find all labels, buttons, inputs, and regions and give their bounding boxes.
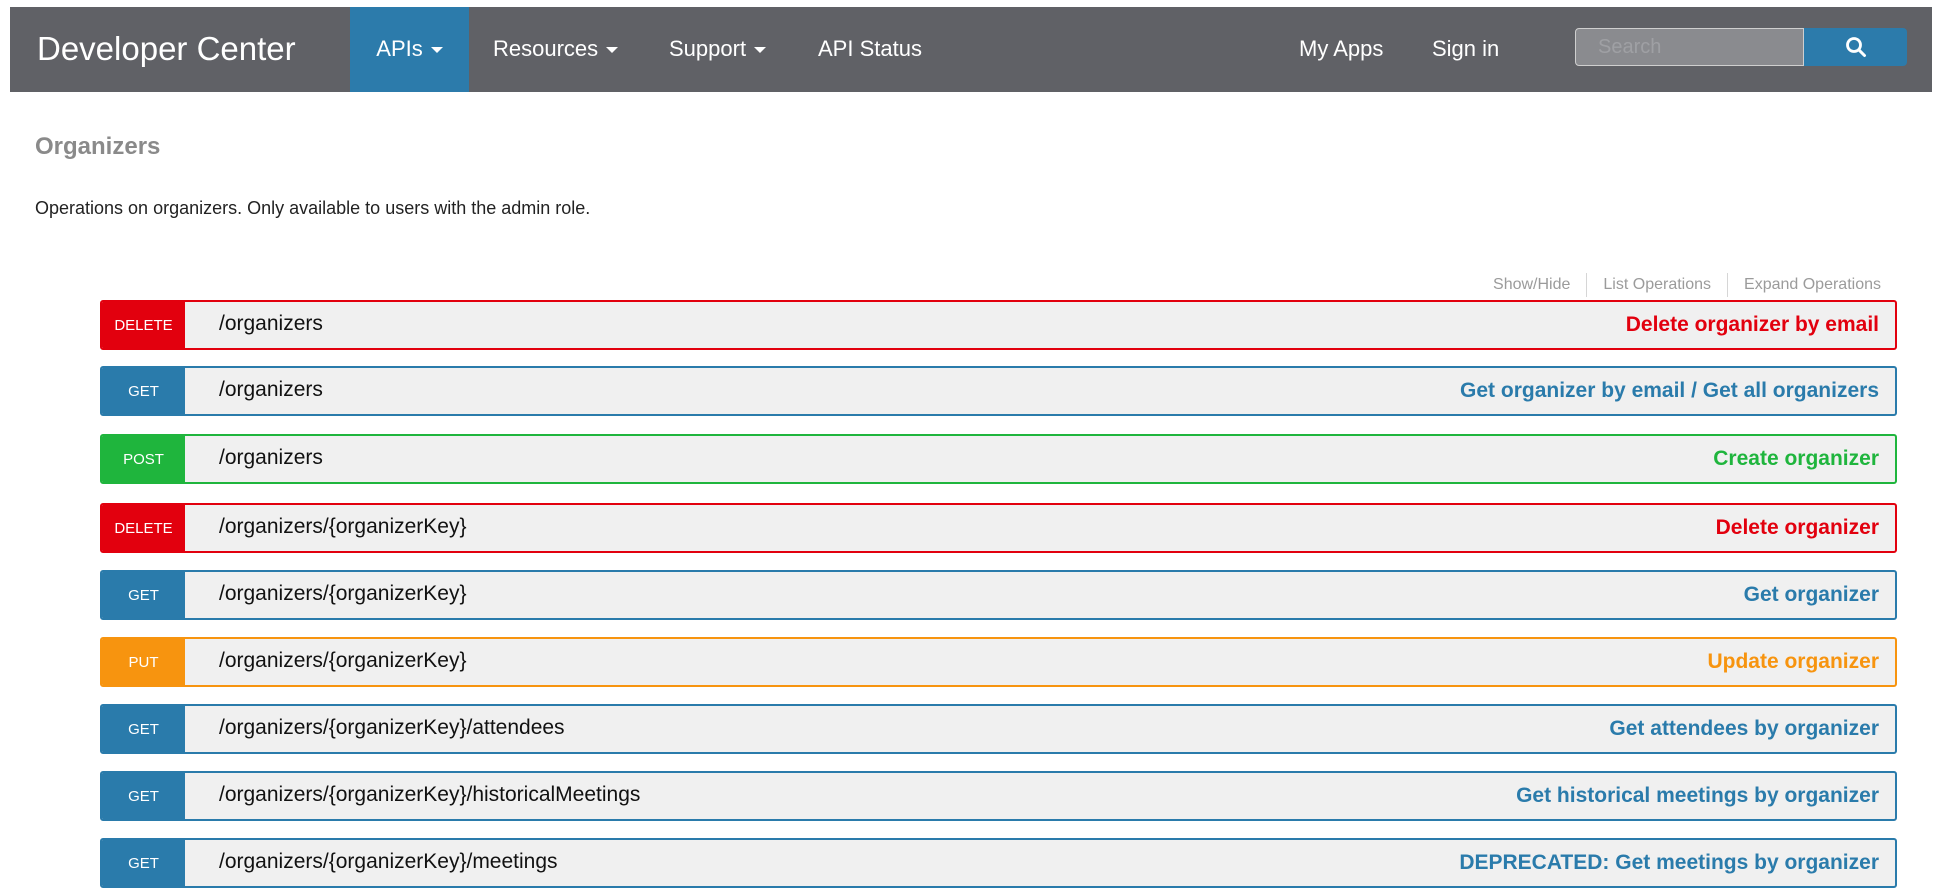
operation-summary[interactable]: DEPRECATED: Get meetings by organizer <box>1459 840 1879 886</box>
operation-path[interactable]: /organizers/{organizerKey}/historicalMee… <box>219 773 640 817</box>
operation-summary[interactable]: Create organizer <box>1713 436 1879 482</box>
operation-path[interactable]: /organizers/{organizerKey}/meetings <box>219 840 558 884</box>
method-badge[interactable]: GET <box>102 368 185 414</box>
operation-path[interactable]: /organizers/{organizerKey} <box>219 572 466 616</box>
show-hide-link[interactable]: Show/Hide <box>1477 276 1586 294</box>
search-icon <box>1846 37 1866 57</box>
nav-resources-dropdown[interactable]: Resources <box>493 7 619 92</box>
list-operations-link[interactable]: List Operations <box>1587 276 1727 294</box>
operation-summary[interactable]: Get organizer <box>1744 572 1879 618</box>
operation-summary[interactable]: Delete organizer <box>1716 505 1879 551</box>
operation-path[interactable]: /organizers/{organizerKey} <box>219 505 466 549</box>
operation-path[interactable]: /organizers <box>219 368 323 412</box>
nav-apis-dropdown[interactable]: APIs <box>350 7 469 92</box>
expand-operations-link[interactable]: Expand Operations <box>1728 276 1881 294</box>
search-input[interactable] <box>1575 28 1804 66</box>
top-navbar: Developer Center APIs Resources Support … <box>10 7 1932 92</box>
nav-api-status-link[interactable]: API Status <box>818 7 922 92</box>
operation-summary[interactable]: Get historical meetings by organizer <box>1516 773 1879 819</box>
method-badge[interactable]: GET <box>102 706 185 752</box>
search-button[interactable] <box>1804 28 1907 66</box>
operation-path[interactable]: /organizers <box>219 302 323 346</box>
operation-summary[interactable]: Get attendees by organizer <box>1609 706 1879 752</box>
operations-toolbar: Show/Hide List Operations Expand Operati… <box>1477 273 1881 297</box>
method-badge[interactable]: POST <box>102 436 185 482</box>
operation-row[interactable]: POST /organizers Create organizer <box>100 434 1897 484</box>
operation-summary[interactable]: Update organizer <box>1707 639 1879 685</box>
brand-logo-text[interactable]: Developer Center <box>37 7 296 92</box>
operation-row[interactable]: GET /organizers/{organizerKey}/historica… <box>100 771 1897 821</box>
operation-path[interactable]: /organizers/{organizerKey}/attendees <box>219 706 565 750</box>
method-badge[interactable]: DELETE <box>102 505 185 551</box>
method-badge[interactable]: PUT <box>102 639 185 685</box>
method-badge[interactable]: GET <box>102 840 185 886</box>
operation-row[interactable]: PUT /organizers/{organizerKey} Update or… <box>100 637 1897 687</box>
nav-sign-in-link[interactable]: Sign in <box>1432 7 1499 92</box>
section-title[interactable]: Organizers <box>35 133 160 161</box>
operation-row[interactable]: DELETE /organizers/{organizerKey} Delete… <box>100 503 1897 553</box>
operation-row[interactable]: GET /organizers/{organizerKey}/meetings … <box>100 838 1897 888</box>
nav-resources-label: Resources <box>493 36 599 61</box>
operation-summary[interactable]: Get organizer by email / Get all organiz… <box>1460 368 1879 414</box>
operation-row[interactable]: GET /organizers/{organizerKey}/attendees… <box>100 704 1897 754</box>
caret-down-icon <box>606 47 619 54</box>
caret-down-icon <box>430 47 443 54</box>
method-badge[interactable]: DELETE <box>102 302 185 348</box>
nav-support-dropdown[interactable]: Support <box>669 7 767 92</box>
operation-row[interactable]: GET /organizers Get organizer by email /… <box>100 366 1897 416</box>
nav-support-label: Support <box>669 36 747 61</box>
method-badge[interactable]: GET <box>102 773 185 819</box>
operation-path[interactable]: /organizers <box>219 436 323 480</box>
section-description: Operations on organizers. Only available… <box>35 198 591 218</box>
operation-summary[interactable]: Delete organizer by email <box>1626 302 1879 348</box>
nav-apis-label: APIs <box>376 36 423 61</box>
operation-row[interactable]: DELETE /organizers Delete organizer by e… <box>100 300 1897 350</box>
caret-down-icon <box>754 47 767 54</box>
nav-my-apps-link[interactable]: My Apps <box>1299 7 1383 92</box>
operation-path[interactable]: /organizers/{organizerKey} <box>219 639 466 683</box>
operation-row[interactable]: GET /organizers/{organizerKey} Get organ… <box>100 570 1897 620</box>
method-badge[interactable]: GET <box>102 572 185 618</box>
